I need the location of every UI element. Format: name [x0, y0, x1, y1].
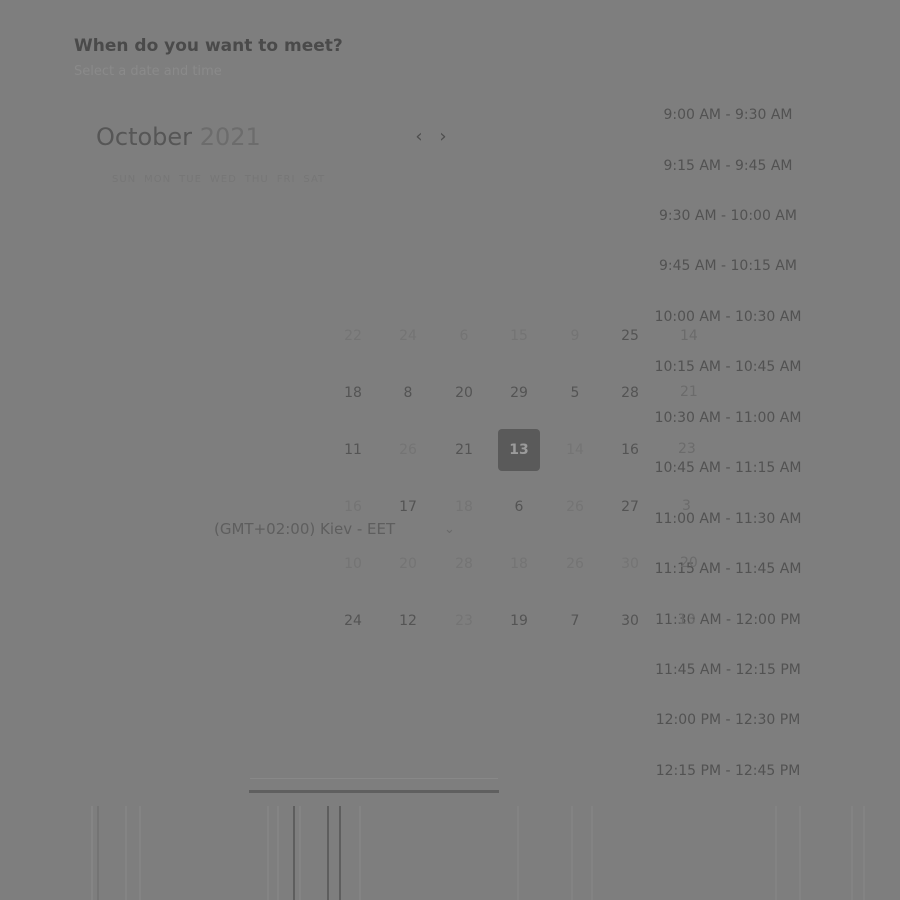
calendar-day[interactable]: 28 — [443, 543, 485, 585]
calendar-day[interactable]: 20 — [443, 372, 485, 414]
calendar-day[interactable]: 14 — [680, 328, 698, 344]
time-slot[interactable]: 12:15 PM - 12:45 PM — [652, 758, 804, 784]
calendar-day[interactable]: 24 — [387, 315, 429, 357]
time-slot[interactable]: 9:15 AM - 9:45 AM — [652, 153, 804, 179]
weekday-label: SUN — [112, 174, 137, 185]
weekday-label: WED — [209, 174, 237, 185]
calendar-day[interactable]: 23 — [443, 600, 485, 642]
calendar-day[interactable]: 30 — [609, 543, 651, 585]
time-slot[interactable]: 10:15 AM - 10:45 AM — [652, 354, 804, 380]
calendar-day[interactable]: 28 — [609, 372, 651, 414]
calendar-day[interactable]: 21 — [680, 384, 698, 400]
calendar-day[interactable]: 5 — [554, 372, 596, 414]
calendar-day[interactable]: 11 — [332, 429, 374, 471]
calendar-day[interactable]: 8 — [387, 372, 429, 414]
calendar-day[interactable]: 10 — [332, 543, 374, 585]
time-slot[interactable]: 10:30 AM - 11:00 AM — [652, 405, 804, 431]
calendar-day[interactable]: 26 — [554, 486, 596, 528]
calendar-day[interactable]: 14 — [554, 429, 596, 471]
calendar-day[interactable]: 25 — [609, 315, 651, 357]
calendar-day[interactable]: 16 — [609, 429, 651, 471]
weekday-label: SAT — [303, 174, 326, 185]
calendar-day[interactable]: 20 — [387, 543, 429, 585]
time-slot[interactable]: 12:00 PM - 12:30 PM — [652, 707, 804, 733]
weekday-label: FRI — [276, 174, 296, 185]
background-pattern — [91, 806, 865, 900]
calendar-day[interactable]: 26 — [387, 429, 429, 471]
year-label: 2021 — [199, 123, 261, 151]
calendar-day-selected[interactable]: 13 — [498, 429, 540, 471]
divider — [250, 778, 498, 779]
time-slot[interactable]: 11:30 AM - 12:00 PM — [652, 607, 804, 633]
question-title: When do you want to meet? — [74, 36, 343, 56]
month-label: October — [96, 123, 193, 151]
calendar-day[interactable]: 18 — [332, 372, 374, 414]
time-slot[interactable]: 9:00 AM - 9:30 AM — [652, 102, 804, 128]
calendar-day[interactable]: 9 — [554, 315, 596, 357]
calendar-day[interactable]: 24 — [332, 600, 374, 642]
calendar-day[interactable]: 29 — [498, 372, 540, 414]
calendar-day[interactable]: 19 — [498, 600, 540, 642]
month-title: October 2021 — [96, 123, 261, 151]
weekday-label: THU — [244, 174, 269, 185]
calendar-day[interactable]: 21 — [443, 429, 485, 471]
calendar-day[interactable]: 7 — [554, 600, 596, 642]
timezone-select[interactable]: (GMT+02:00) Kiev - EET — [214, 520, 395, 538]
calendar-day[interactable]: 20 — [680, 555, 698, 571]
chevron-left-icon[interactable]: ‹ — [410, 126, 428, 148]
calendar-day[interactable]: 27 — [609, 486, 651, 528]
weekday-header: SUN MON TUE WED THU FRI SAT — [112, 174, 442, 185]
calendar-day[interactable]: 12 — [387, 600, 429, 642]
scheduler-page: When do you want to meet? Select a date … — [0, 0, 900, 900]
time-slot[interactable]: 11:45 AM - 12:15 PM — [652, 657, 804, 683]
chevron-right-icon[interactable]: › — [434, 126, 452, 148]
scroll-indicator — [249, 790, 499, 793]
calendar-day[interactable]: 23 — [678, 441, 696, 457]
calendar-day[interactable]: 3 — [682, 498, 691, 514]
time-slot[interactable]: 9:45 AM - 10:15 AM — [652, 253, 804, 279]
time-slot[interactable]: 9:30 AM - 10:00 AM — [652, 203, 804, 229]
calendar-day[interactable]: 15 — [498, 315, 540, 357]
weekday-label: MON — [144, 174, 172, 185]
calendar-day[interactable]: 6 — [498, 486, 540, 528]
time-slot[interactable]: 11:15 AM - 11:45 AM — [652, 556, 804, 582]
question-subtitle: Select a date and time — [74, 64, 222, 79]
chevron-down-icon[interactable]: ⌄ — [444, 522, 455, 537]
time-slot[interactable]: 10:00 AM - 10:30 AM — [652, 304, 804, 330]
calendar-day[interactable]: 6 — [443, 315, 485, 357]
calendar-day[interactable]: 26 — [554, 543, 596, 585]
calendar-day[interactable]: 30 — [609, 600, 651, 642]
calendar-day[interactable]: 18 — [498, 543, 540, 585]
time-slot[interactable]: 10:45 AM - 11:15 AM — [652, 455, 804, 481]
time-slot[interactable]: 11:00 AM - 11:30 AM — [652, 506, 804, 532]
weekday-label: TUE — [179, 174, 202, 185]
calendar-day[interactable]: 13 — [678, 612, 696, 628]
calendar-day[interactable]: 22 — [332, 315, 374, 357]
